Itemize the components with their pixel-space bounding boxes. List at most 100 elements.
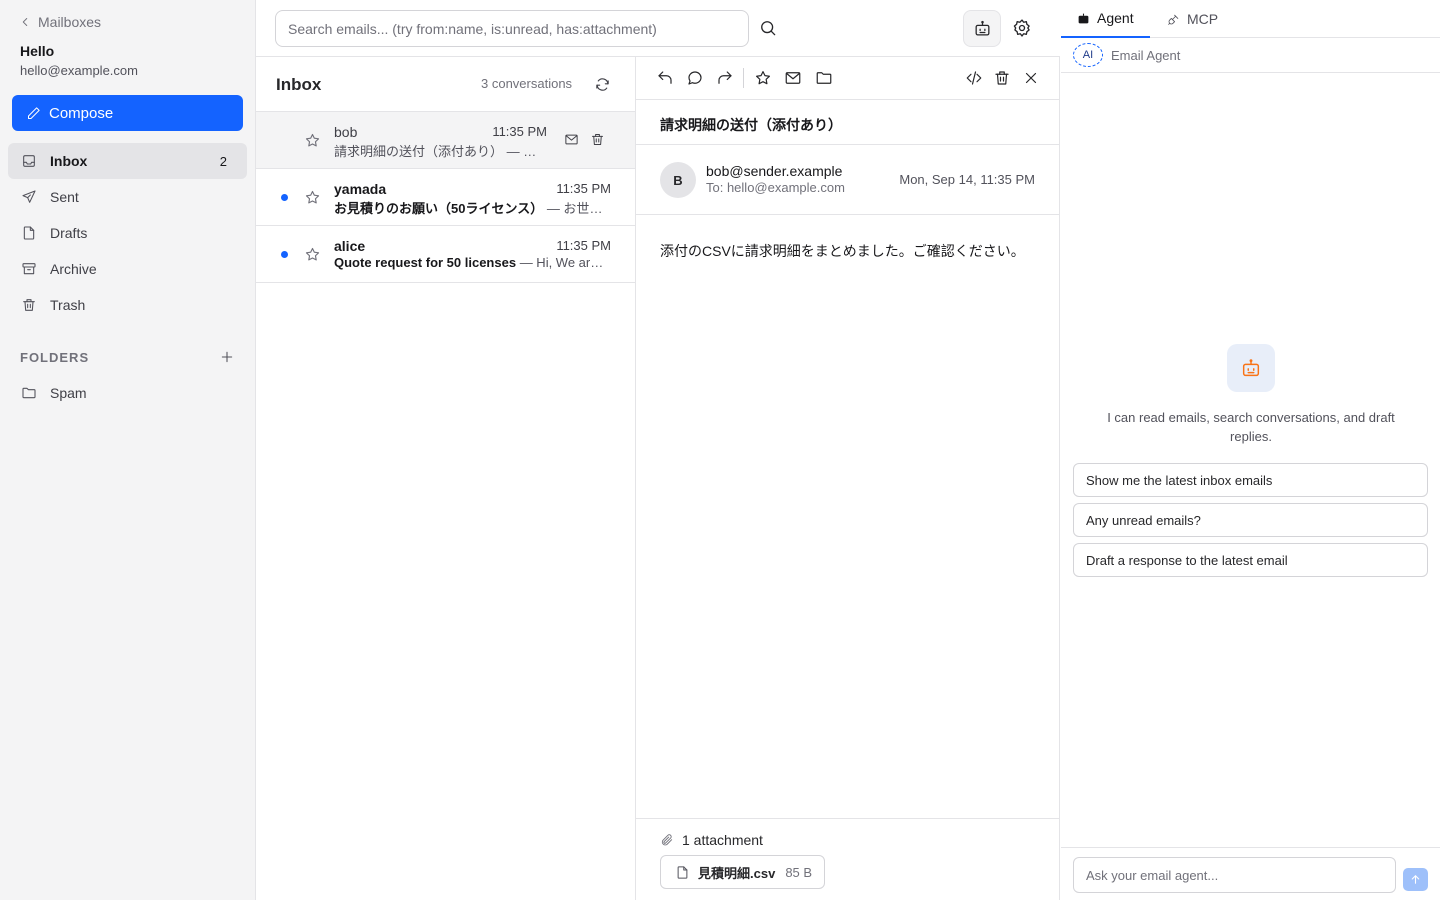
- tab-mcp[interactable]: MCP: [1151, 0, 1234, 38]
- suggestion-button[interactable]: Show me the latest inbox emails: [1073, 463, 1428, 497]
- unread-dot: [281, 194, 288, 201]
- compose-button[interactable]: Compose: [12, 95, 243, 131]
- attachments-section: 1 attachment 見積明細.csv 85 B: [636, 818, 1060, 900]
- list-item[interactable]: alice 11:35 PM Quote request for 50 lice…: [256, 226, 635, 283]
- paperclip-icon: [660, 833, 674, 847]
- sidebar-item-drafts[interactable]: Drafts: [8, 215, 247, 251]
- trash-icon[interactable]: [993, 69, 1011, 87]
- list-title: Inbox: [276, 75, 322, 94]
- sidebar-item-spam[interactable]: Spam: [8, 375, 247, 411]
- archive-icon: [21, 261, 37, 277]
- sidebar-item-label: Inbox: [50, 153, 88, 169]
- reply-icon[interactable]: [656, 69, 674, 87]
- account-name: Hello: [20, 43, 55, 59]
- account-email: hello@example.com: [20, 63, 138, 78]
- search-icon[interactable]: [758, 18, 778, 38]
- row-snippet: — Hi, We are interested in: [519, 255, 610, 270]
- close-icon[interactable]: [1022, 69, 1040, 87]
- message-list-panel: Inbox 3 conversations bob 11:35 PM 請求明細の…: [256, 57, 636, 900]
- recipient-address: To: hello@example.com: [706, 180, 845, 195]
- agent-intro-text: I can read emails, search conversations,…: [1107, 410, 1395, 444]
- arrow-up-icon: [1409, 873, 1422, 886]
- file-icon: [675, 865, 690, 880]
- inbox-unread-count: 2: [219, 153, 227, 169]
- message-date: Mon, Sep 14, 11:35 PM: [899, 172, 1035, 187]
- sidebar-item-label: Trash: [50, 297, 86, 313]
- agent-panel-toggle-button[interactable]: [963, 10, 1001, 47]
- chat-composer: [1061, 847, 1440, 900]
- tab-agent[interactable]: Agent: [1061, 0, 1150, 38]
- agent-panel: Agent MCP AI Email Agent I can read emai…: [1061, 0, 1440, 900]
- attachments-count: 1 attachment: [682, 832, 763, 848]
- robot-icon: [1077, 12, 1090, 25]
- star-icon[interactable]: [304, 132, 321, 149]
- sidebar-item-trash[interactable]: Trash: [8, 287, 247, 323]
- gear-icon[interactable]: [1012, 18, 1032, 38]
- message-list-header: Inbox 3 conversations: [256, 57, 635, 112]
- attachment-chip[interactable]: 見積明細.csv 85 B: [660, 855, 826, 889]
- back-to-mailboxes-link[interactable]: Mailboxes: [18, 14, 101, 30]
- tab-label: Agent: [1097, 10, 1134, 26]
- code-icon[interactable]: [965, 69, 983, 87]
- list-item[interactable]: bob 11:35 PM 請求明細の送付（添付あり） — 添付のCSVに請求明細…: [256, 112, 635, 169]
- row-subject: Quote request for 50 licenses: [334, 255, 517, 270]
- sidebar-item-sent[interactable]: Sent: [8, 179, 247, 215]
- robot-icon: [1227, 344, 1275, 392]
- sidebar-item-inbox[interactable]: Inbox 2: [8, 143, 247, 179]
- agent-chat-input[interactable]: [1073, 857, 1396, 893]
- list-item[interactable]: yamada 11:35 PM お見積りのお願い（50ライセンス） — お世話に…: [256, 169, 635, 226]
- star-icon[interactable]: [304, 246, 321, 263]
- robot-icon: [973, 19, 992, 38]
- sidebar-item-label: Drafts: [50, 225, 88, 241]
- attachment-size: 85 B: [785, 864, 813, 880]
- row-preview: Quote request for 50 licenses — Hi, We a…: [334, 255, 610, 270]
- send-button[interactable]: [1403, 868, 1428, 891]
- avatar: B: [660, 162, 696, 198]
- toolbar-divider: [743, 68, 744, 88]
- reply-all-icon[interactable]: [686, 69, 704, 87]
- row-preview: お見積りのお願い（50ライセンス） — お世話になっております。: [334, 198, 610, 217]
- row-time: 11:35 PM: [556, 238, 611, 253]
- mailbox-nav: Inbox 2 Sent Drafts Archive Trash: [8, 143, 247, 323]
- folders-heading: FOLDERS: [20, 349, 90, 365]
- folder-icon: [21, 385, 37, 401]
- star-icon[interactable]: [754, 69, 772, 87]
- search-input[interactable]: [275, 10, 749, 47]
- suggestion-button[interactable]: Any unread emails?: [1073, 503, 1428, 537]
- chevron-left-icon: [18, 15, 32, 29]
- sidebar-item-label: Sent: [50, 189, 79, 205]
- message-body: 添付のCSVに請求明細をまとめました。ご確認ください。: [660, 243, 1025, 259]
- unread-dot: [281, 251, 288, 258]
- tab-label: MCP: [1187, 11, 1219, 27]
- agent-name: Email Agent: [1111, 48, 1181, 63]
- send-icon: [21, 189, 37, 205]
- row-snippet: — 添付のCSVに請求明細をまとめました。: [506, 144, 544, 159]
- reader-toolbar: [636, 57, 1059, 100]
- folder-icon[interactable]: [815, 69, 833, 87]
- inbox-icon: [21, 153, 37, 169]
- row-time: 11:35 PM: [556, 181, 611, 196]
- file-icon: [21, 225, 37, 241]
- refresh-icon[interactable]: [594, 76, 611, 93]
- pencil-icon: [26, 106, 41, 121]
- mail-icon[interactable]: [784, 69, 802, 87]
- folders-header: FOLDERS: [20, 349, 235, 365]
- row-sender: alice: [334, 238, 366, 254]
- row-time: 11:35 PM: [492, 124, 547, 139]
- sidebar-item-archive[interactable]: Archive: [8, 251, 247, 287]
- attachments-header: 1 attachment: [660, 832, 763, 848]
- compose-label: Compose: [49, 104, 114, 122]
- sidebar-item-label: Archive: [50, 261, 97, 277]
- plug-icon: [1167, 13, 1180, 26]
- add-folder-icon[interactable]: [219, 349, 235, 365]
- star-icon[interactable]: [304, 189, 321, 206]
- mark-unread-icon[interactable]: [564, 132, 579, 147]
- row-sender: yamada: [334, 181, 387, 197]
- suggestion-button[interactable]: Draft a response to the latest email: [1073, 543, 1428, 577]
- sidebar-item-label: Spam: [50, 385, 87, 401]
- attachment-name: 見積明細.csv: [698, 865, 776, 881]
- row-preview: 請求明細の送付（添付あり） — 添付のCSVに請求明細をまとめました。: [334, 141, 544, 160]
- forward-icon[interactable]: [716, 69, 734, 87]
- sidebar: Mailboxes Hello hello@example.com Compos…: [0, 0, 256, 900]
- trash-icon[interactable]: [590, 132, 605, 147]
